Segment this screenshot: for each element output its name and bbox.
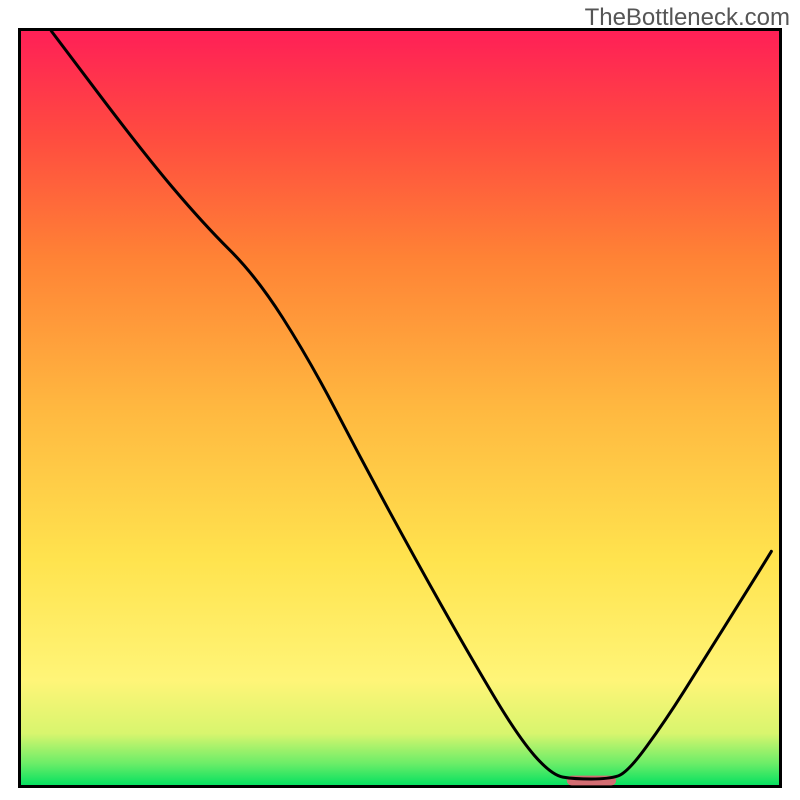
chart-plot-area <box>20 30 781 787</box>
bottleneck-chart <box>18 28 782 788</box>
page-root: TheBottleneck.com <box>0 0 800 800</box>
chart-svg <box>18 28 782 788</box>
